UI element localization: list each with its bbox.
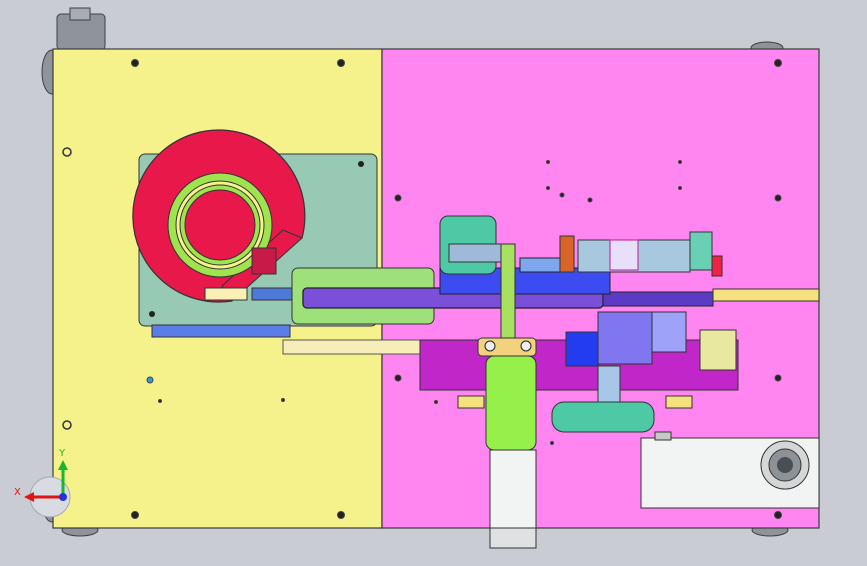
z-axis-dot [59, 493, 67, 501]
cad-viewport[interactable]: Y X [0, 0, 867, 562]
lavender-block [597, 311, 653, 365]
top-left-caster-knob [69, 7, 91, 21]
motor-tail [489, 449, 537, 529]
disc-hub [184, 189, 256, 261]
x-axis-label: X [14, 487, 21, 498]
blue-base-rail [151, 324, 291, 338]
drive-shaft [500, 243, 516, 345]
motor-body [485, 355, 537, 451]
assembly-drawing: Y X [14, 7, 820, 549]
output-chute [712, 288, 820, 302]
output-cylinder [640, 431, 820, 509]
y-axis-label: Y [58, 448, 66, 459]
coordinate-triad: Y X [14, 448, 71, 518]
teal-lower-pad [551, 401, 655, 433]
